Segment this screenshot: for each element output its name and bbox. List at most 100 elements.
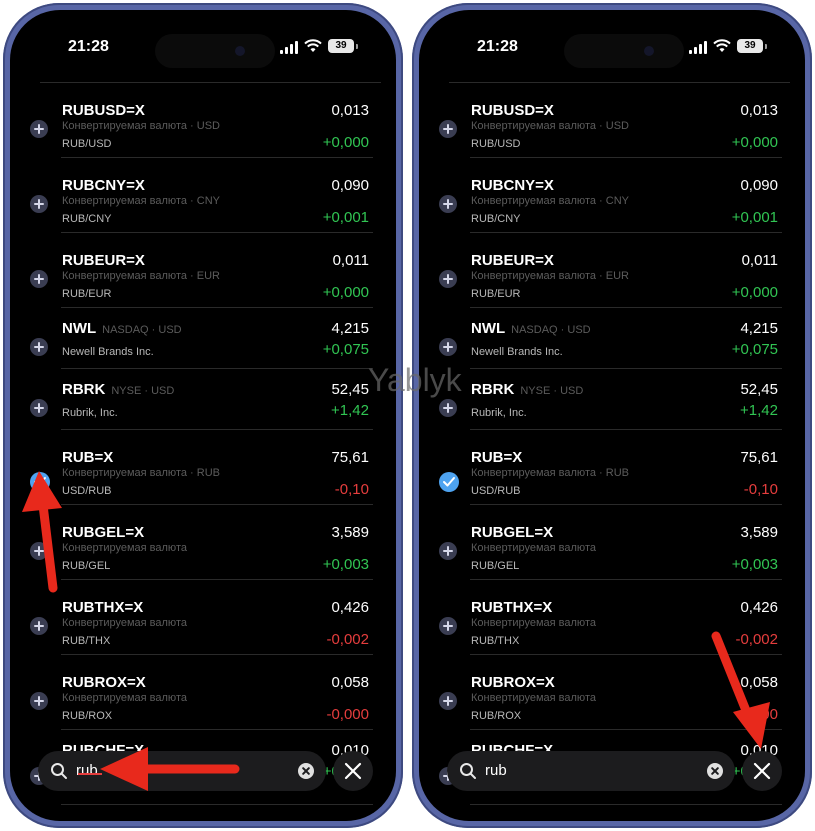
status-bar: 21:28 39	[10, 10, 396, 80]
add-icon[interactable]	[439, 691, 457, 710]
add-icon[interactable]	[30, 691, 48, 710]
add-icon[interactable]	[439, 119, 457, 138]
price-value: 0,013	[740, 102, 778, 119]
list-item[interactable]: RBRK NYSE · USD Rubrik, Inc. 52,45 +1,42	[10, 369, 396, 430]
price-value: 52,45	[740, 381, 778, 398]
phone-frame-right: 21:28 39 RUBUSD=X Конвертируемая валюта ·…	[412, 3, 812, 828]
price-value: 75,61	[740, 449, 778, 466]
list-item[interactable]: NWL NASDAQ · USD Newell Brands Inc. 4,215 +0…	[419, 308, 805, 369]
price-change: +1,42	[740, 402, 778, 419]
battery-icon: 39	[737, 39, 763, 53]
add-icon[interactable]	[439, 337, 457, 356]
asset-type: Конвертируемая валюта	[471, 542, 596, 554]
asset-type: Конвертируемая валюта	[471, 617, 596, 629]
asset-name: RUB/GEL	[471, 560, 520, 572]
list-item[interactable]: RUBEUR=X Конвертируемая валюта · EUR RUB/E…	[419, 233, 805, 308]
close-icon	[344, 762, 362, 780]
add-icon[interactable]	[439, 398, 457, 417]
asset-name: Newell Brands Inc.	[62, 346, 154, 358]
checkmark-circle-icon[interactable]	[439, 471, 459, 492]
price-change: -0,000	[326, 706, 369, 723]
list-item[interactable]: RUBEUR=X Конвертируемая валюта · EUR RUB/E…	[10, 233, 396, 308]
price-change: +0,000	[731, 134, 778, 151]
exchange-label: NYSE · USD	[111, 385, 175, 397]
add-icon[interactable]	[30, 616, 48, 635]
clear-icon[interactable]	[298, 763, 314, 779]
results-list[interactable]: RUBUSD=X Конвертируемая валюта · USD RUB/U…	[419, 83, 805, 821]
watermark: Yablyk	[368, 362, 462, 398]
list-item[interactable]: NWL NASDAQ · USD Newell Brands Inc. 4,215 +0…	[10, 308, 396, 369]
list-item[interactable]: RUBGEL=X Конвертируемая валюта RUB/GEL 3,58…	[10, 505, 396, 580]
list-item[interactable]: RBRK NYSE · USD Rubrik, Inc. 52,45 +1,42	[419, 369, 805, 430]
ticker-symbol: RUBUSD=X	[62, 102, 145, 119]
asset-type: Конвертируемая валюта · CNY	[62, 195, 220, 207]
asset-type: Конвертируемая валюта · EUR	[471, 270, 629, 282]
list-item[interactable]: RUBUSD=X Конвертируемая валюта · USD RUB/U…	[419, 83, 805, 158]
row-divider	[470, 804, 782, 805]
list-item[interactable]: RUBCNY=X Конвертируемая валюта · CNY RUB/C…	[419, 158, 805, 233]
add-icon[interactable]	[30, 194, 48, 213]
search-bar[interactable]: rub	[447, 751, 735, 791]
dynamic-island	[155, 34, 275, 68]
exchange-label: NASDAQ · USD	[511, 324, 591, 336]
add-icon[interactable]	[439, 616, 457, 635]
clear-icon[interactable]	[707, 763, 723, 779]
list-item[interactable]: RUB=X Конвертируемая валюта · RUB USD/RUB 7…	[419, 430, 805, 505]
add-icon[interactable]	[30, 337, 48, 356]
add-icon[interactable]	[439, 269, 457, 288]
status-bar: 21:28 39	[419, 10, 805, 80]
price-change: +0,000	[322, 284, 369, 301]
ticker-symbol: RUB=X	[62, 449, 114, 466]
price-change: +0,003	[322, 556, 369, 573]
add-icon[interactable]	[439, 194, 457, 213]
phone-screen-left: 21:28 39 RUBUSD=X Конвертируемая валюта ·…	[10, 10, 396, 821]
results-list[interactable]: RUBUSD=X Конвертируемая валюта · USD RUB/U…	[10, 83, 396, 821]
price-value: 0,058	[740, 674, 778, 691]
cellular-signal-icon	[689, 41, 709, 54]
search-input[interactable]: rub	[76, 762, 98, 779]
list-item[interactable]: RUBROX=X Конвертируемая валюта RUB/ROX 0,05…	[419, 655, 805, 730]
checkmark-circle-icon[interactable]	[30, 471, 50, 492]
price-change: +0,003	[731, 556, 778, 573]
ticker-symbol: RUBCNY=X	[471, 177, 554, 194]
list-item[interactable]: RUBROX=X Конвертируемая валюта RUB/ROX 0,05…	[10, 655, 396, 730]
list-item[interactable]: RUBGEL=X Конвертируемая валюта RUB/GEL 3,58…	[419, 505, 805, 580]
price-change: +0,000	[731, 284, 778, 301]
row-divider	[61, 804, 373, 805]
asset-type: Конвертируемая валюта · RUB	[471, 467, 629, 479]
price-value: 0,013	[331, 102, 369, 119]
asset-type: Конвертируемая валюта · CNY	[471, 195, 629, 207]
close-icon	[753, 762, 771, 780]
wifi-icon	[713, 39, 731, 52]
list-item[interactable]: RUBUSD=X Конвертируемая валюта · USD RUB/U…	[10, 83, 396, 158]
asset-name: Rubrik, Inc.	[62, 407, 118, 419]
price-value: 52,45	[331, 381, 369, 398]
add-icon[interactable]	[30, 398, 48, 417]
close-button[interactable]	[333, 751, 373, 791]
close-button[interactable]	[742, 751, 782, 791]
price-change: -0,10	[743, 481, 778, 498]
list-item[interactable]: RUB=X Конвертируемая валюта · RUB USD/RUB 7…	[10, 430, 396, 505]
ticker-symbol: RUBGEL=X	[471, 524, 554, 541]
search-icon	[51, 763, 67, 779]
asset-name: USD/RUB	[471, 485, 521, 497]
list-item[interactable]: RUBTHX=X Конвертируемая валюта RUB/THX 0,42…	[10, 580, 396, 655]
search-bar[interactable]: rub	[38, 751, 326, 791]
price-value: 75,61	[331, 449, 369, 466]
price-change: +0,075	[322, 341, 369, 358]
ticker-symbol: RUBEUR=X	[62, 252, 145, 269]
search-icon	[460, 763, 476, 779]
add-icon[interactable]	[30, 269, 48, 288]
price-value: 0,426	[740, 599, 778, 616]
add-icon[interactable]	[439, 541, 457, 560]
price-value: 4,215	[331, 320, 369, 337]
price-value: 0,011	[741, 252, 778, 269]
add-icon[interactable]	[30, 119, 48, 138]
list-item[interactable]: RUBTHX=X Конвертируемая валюта RUB/THX 0,42…	[419, 580, 805, 655]
ticker-symbol: RBRK NYSE · USD	[62, 381, 175, 398]
price-value: 0,090	[740, 177, 778, 194]
list-item[interactable]: RUBCNY=X Конвертируемая валюта · CNY RUB/C…	[10, 158, 396, 233]
add-icon[interactable]	[30, 541, 48, 560]
search-input[interactable]: rub	[485, 762, 507, 779]
asset-name: RUB/THX	[471, 635, 520, 647]
